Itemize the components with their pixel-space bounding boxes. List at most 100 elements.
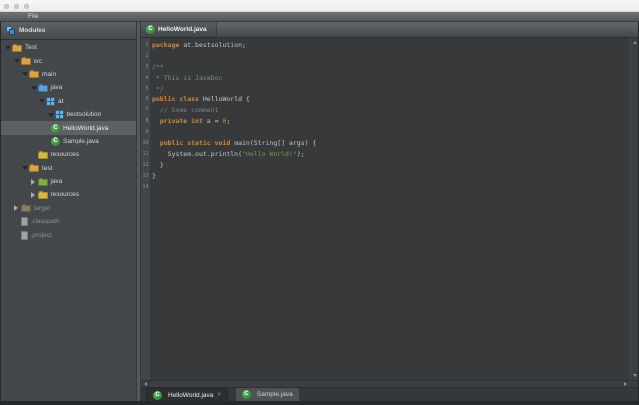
collapse-arrow-icon[interactable] <box>48 113 55 117</box>
code-line[interactable]: public class HelloWorld { <box>152 94 629 105</box>
tree-item-main[interactable]: main <box>1 68 136 81</box>
tree-item-label: .classpath <box>31 218 60 225</box>
collapse-arrow-icon[interactable] <box>39 99 46 103</box>
code-line[interactable]: * This is JavaDoc <box>152 73 629 84</box>
line-number-gutter: 1234567891011121314 <box>141 38 150 380</box>
collapse-arrow-icon[interactable] <box>5 46 12 50</box>
file-tab-sample-java[interactable]: C Sample.java <box>236 388 299 401</box>
code-token-keyword: private int <box>160 117 203 125</box>
tree-item-label: Sample.java <box>63 138 99 145</box>
tree-item-java[interactable]: java <box>1 175 136 188</box>
code-token-plain <box>152 117 160 125</box>
code-line[interactable]: System.out.println("Hello World!"); <box>152 149 629 160</box>
close-window-button[interactable] <box>4 4 9 9</box>
code-token-plain: } <box>152 161 164 169</box>
line-number: 13 <box>141 171 150 182</box>
tree-item-test[interactable]: Test <box>1 41 136 54</box>
code-line[interactable] <box>152 127 629 138</box>
tree-item-classpath[interactable]: .classpath <box>1 215 136 228</box>
editor-tab-label: HelloWorld.java <box>158 26 207 33</box>
file-tab-label: Sample.java <box>257 391 293 398</box>
collapse-arrow-icon[interactable] <box>14 59 21 63</box>
horizontal-scrollbar[interactable] <box>141 380 638 387</box>
code-line[interactable]: } <box>152 160 629 171</box>
file-tab-label: HelloWorld.java <box>168 392 213 399</box>
tree-item-resources[interactable]: resources <box>1 148 136 161</box>
tree-item-helloworld-java[interactable]: CHelloWorld.java <box>1 121 136 134</box>
tree-item-sample-java[interactable]: CSample.java <box>1 135 136 148</box>
collapse-arrow-icon[interactable] <box>22 166 29 170</box>
code-token-doc: */ <box>152 85 164 93</box>
collapse-arrow-icon[interactable] <box>31 86 38 90</box>
tree-item-src[interactable]: src <box>1 54 136 67</box>
code-editor[interactable]: package at.bestsolution; /** * This is Ja… <box>152 38 629 380</box>
file-icon <box>21 231 28 240</box>
scroll-left-icon[interactable] <box>142 381 149 387</box>
code-token-keyword: package <box>152 41 179 49</box>
file-tab-helloworld-java[interactable]: C HelloWorld.java × <box>146 388 228 401</box>
menu-bar: File <box>0 12 639 22</box>
tree-item-label: HelloWorld.java <box>63 125 108 132</box>
editor-tab-helloworld[interactable]: C HelloWorld.java <box>141 22 217 37</box>
code-token-doc: * This is JavaDoc <box>152 74 222 82</box>
minimize-window-button[interactable] <box>14 4 19 9</box>
collapse-arrow-icon[interactable] <box>22 72 29 76</box>
code-line[interactable] <box>152 182 629 193</box>
line-number: 3 <box>141 62 150 73</box>
close-tab-icon[interactable]: × <box>217 392 221 398</box>
tree-item-target[interactable]: target <box>1 202 136 215</box>
expand-arrow-icon[interactable] <box>14 205 21 211</box>
scroll-up-icon[interactable] <box>631 39 638 46</box>
editor-body: 1234567891011121314 package at.bestsolut… <box>141 38 638 380</box>
code-line[interactable]: } <box>152 171 629 182</box>
folder-icon <box>38 152 48 159</box>
folder-icon <box>12 45 22 52</box>
tree-item-label: at <box>58 98 63 105</box>
code-line[interactable]: */ <box>152 84 629 95</box>
tree-item-project[interactable]: .project <box>1 228 136 241</box>
vertical-scrollbar[interactable] <box>630 38 638 380</box>
ide-window: File Modules Testsrcmainjavaatbestsoluti… <box>0 0 639 405</box>
line-number: 12 <box>141 160 150 171</box>
tree-item-test[interactable]: test <box>1 162 136 175</box>
code-line[interactable]: // Some comment <box>152 105 629 116</box>
code-line[interactable]: private int a = 0; <box>152 116 629 127</box>
modules-panel: Modules TestsrcmainjavaatbestsolutionCHe… <box>1 22 136 401</box>
maximize-window-button[interactable] <box>24 4 29 9</box>
java-class-icon: C <box>153 391 162 400</box>
tree-item-label: java <box>51 178 63 185</box>
line-number: 9 <box>141 127 150 138</box>
code-line[interactable]: public static void main(String[] args) { <box>152 138 629 149</box>
scroll-right-icon[interactable] <box>622 381 629 387</box>
project-tree: TestsrcmainjavaatbestsolutionCHelloWorld… <box>1 40 136 242</box>
tree-item-label: src <box>34 58 43 65</box>
tree-item-bestsolution[interactable]: bestsolution <box>1 108 136 121</box>
line-number: 8 <box>141 116 150 127</box>
tree-item-at[interactable]: at <box>1 95 136 108</box>
editor-area: C HelloWorld.java 1234567891011121314 pa… <box>141 22 638 401</box>
tree-item-label: resources <box>51 191 80 198</box>
java-class-icon: C <box>51 137 60 146</box>
tree-item-resources[interactable]: resources <box>1 188 136 201</box>
folder-icon <box>29 71 39 78</box>
java-class-icon: C <box>51 124 60 133</box>
expand-arrow-icon[interactable] <box>31 179 38 185</box>
code-token-plain: at.bestsolution; <box>179 41 246 49</box>
tree-item-label: .project <box>31 232 52 239</box>
code-token-plain: main(String[] args) { <box>230 139 316 147</box>
editor-tab-bar: C HelloWorld.java <box>141 22 638 38</box>
code-token-plain: } <box>152 172 156 180</box>
tree-item-java[interactable]: java <box>1 81 136 94</box>
code-line[interactable]: package at.bestsolution; <box>152 40 629 51</box>
code-line[interactable] <box>152 51 629 62</box>
java-class-icon: C <box>242 390 251 399</box>
modules-panel-header[interactable]: Modules <box>1 22 136 40</box>
expand-arrow-icon[interactable] <box>31 192 38 198</box>
titlebar <box>0 0 639 12</box>
file-icon <box>21 217 28 226</box>
tree-item-label: Test <box>25 44 37 51</box>
scroll-down-icon[interactable] <box>631 372 638 379</box>
tree-item-label: resources <box>51 151 80 158</box>
menu-file[interactable]: File <box>28 12 38 21</box>
code-line[interactable]: /** <box>152 62 629 73</box>
